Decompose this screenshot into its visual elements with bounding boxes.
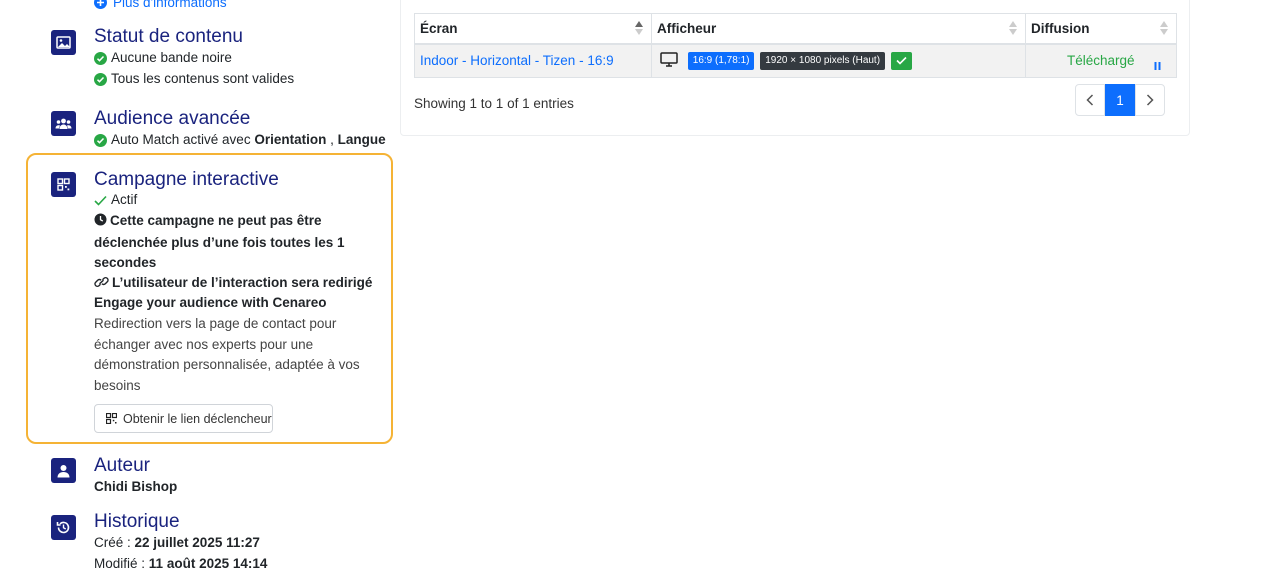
monitor-icon	[660, 52, 678, 70]
display-cell: 16:9 (1,78:1) 1920 × 1080 pixels (Haut)	[651, 43, 1026, 78]
check-circle-icon	[94, 51, 107, 65]
user-icon	[51, 458, 76, 483]
chevron-right-icon	[1146, 94, 1154, 106]
content-status-item: Aucune bande noire	[94, 48, 232, 68]
trigger-restriction: Cette campagne ne peut pas être déclench…	[94, 212, 345, 270]
screen-link[interactable]: Indoor - Horizontal - Tizen - 16:9	[420, 53, 614, 68]
sort-icon	[635, 21, 643, 37]
author-name: Chidi Bishop	[94, 479, 178, 494]
check-circle-icon	[94, 72, 107, 86]
qr-code-icon	[106, 413, 117, 424]
sort-icon	[1009, 21, 1017, 37]
users-icon	[51, 111, 76, 136]
modified-date: Modifié : 11 août 2025 14:14	[94, 556, 268, 571]
next-page-button[interactable]	[1135, 84, 1165, 116]
screens-table: Écran Afficheur Diffusion Indoor - Horiz…	[414, 13, 1177, 78]
more-info-link[interactable]: Plus d'informations	[94, 0, 227, 10]
check-circle-icon	[94, 133, 107, 147]
page-button[interactable]: 1	[1105, 84, 1135, 116]
content-status-item: Tous les contenus sont valides	[94, 69, 294, 89]
column-header-screen[interactable]: Écran	[414, 13, 652, 45]
get-trigger-link-label: Obtenir le lien déclencheur	[123, 411, 272, 426]
table-info: Showing 1 to 1 of 1 entries	[414, 96, 574, 111]
pause-icon[interactable]	[1154, 58, 1161, 73]
auto-match-info: Auto Match activé avec Orientation , Lan…	[94, 130, 386, 150]
more-info-label: Plus d'informations	[113, 0, 227, 10]
redirect-notice: L’utilisateur de l’interaction sera redi…	[94, 273, 379, 295]
diffusion-status: Téléchargé	[1067, 52, 1135, 68]
table-row: Indoor - Horizontal - Tizen - 16:9 16:9 …	[414, 43, 1177, 78]
sort-icon	[1160, 21, 1168, 37]
column-header-diffusion[interactable]: Diffusion	[1025, 13, 1177, 45]
ratio-badge: 16:9 (1,78:1)	[687, 51, 755, 70]
advanced-audience-title: Audience avancée	[94, 108, 251, 129]
screen-cell: Indoor - Horizontal - Tizen - 16:9	[414, 43, 652, 78]
link-icon	[94, 274, 109, 295]
column-header-display[interactable]: Afficheur	[651, 13, 1026, 45]
chevron-left-icon	[1086, 94, 1094, 106]
plus-circle-icon	[94, 0, 107, 9]
redirect-title: Engage your audience with Cenareo	[94, 295, 327, 310]
pagination: 1	[1075, 84, 1165, 116]
diffusion-cell: Téléchargé	[1025, 43, 1177, 78]
previous-page-button[interactable]	[1075, 84, 1105, 116]
history-title: Historique	[94, 511, 180, 532]
author-title: Auteur	[94, 455, 150, 476]
resolution-badge: 1920 × 1080 pixels (Haut)	[760, 51, 886, 70]
redirect-description: Redirection vers la page de contact pour…	[94, 316, 360, 393]
created-date: Créé : 22 juillet 2025 11:27	[94, 535, 260, 550]
get-trigger-link-button[interactable]: Obtenir le lien déclencheur	[94, 404, 273, 433]
clock-icon	[94, 212, 107, 233]
image-icon	[51, 30, 76, 55]
check-icon	[94, 195, 107, 206]
interactive-campaign-title: Campagne interactive	[94, 169, 279, 190]
campaign-status: Actif	[94, 190, 137, 210]
qr-code-icon	[51, 172, 76, 197]
history-icon	[51, 515, 76, 540]
check-icon	[890, 51, 912, 70]
content-status-title: Statut de contenu	[94, 26, 243, 47]
